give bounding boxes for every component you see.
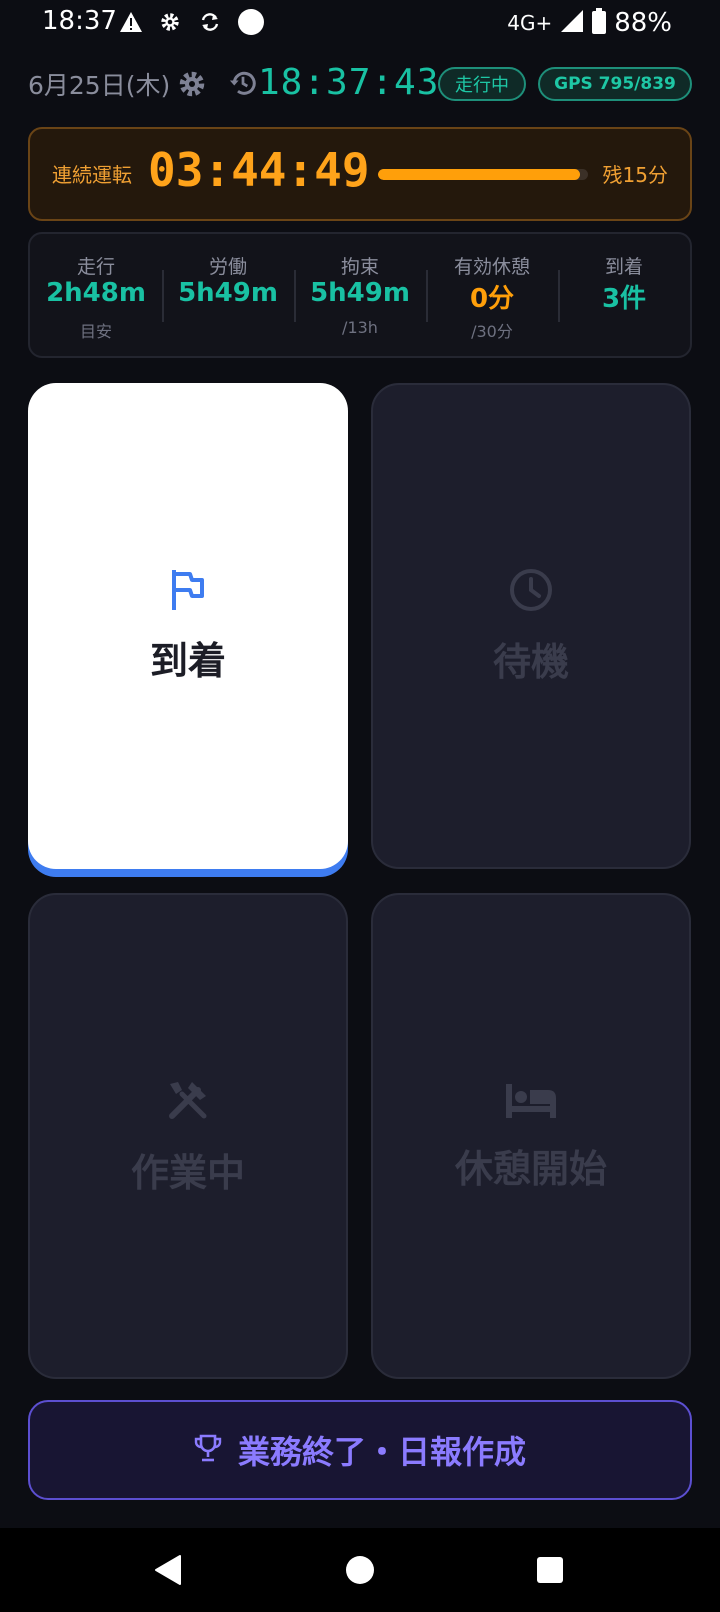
stat-sub: /30分 — [471, 322, 513, 341]
recents-icon[interactable] — [537, 1557, 563, 1583]
continuous-drive-timer: 03:44:49 — [148, 143, 370, 197]
app-header: 6月25日(木) 18:37:43 走行中 GPS 795/839 — [28, 62, 692, 106]
current-clock: 18:37:43 — [258, 62, 440, 103]
battery-percent: 88% — [614, 8, 672, 38]
continuous-drive-remaining: 残15分 — [602, 163, 668, 187]
working-button[interactable]: 作業中 — [28, 893, 348, 1379]
gear-icon — [157, 9, 183, 35]
stat-value: 3件 — [601, 284, 647, 314]
stat-value: 2h48m — [46, 278, 146, 308]
work-stats-card: 走行 2h48m 目安 労働 5h49m 拘束 5h49m /13h 有効休憩 … — [28, 232, 692, 358]
status-bar: 18:37 4G+ 88% — [0, 0, 720, 48]
stat-label: 拘束 — [340, 256, 379, 278]
stat-effective-break: 有効休憩 0分 /30分 — [426, 234, 558, 356]
standby-label: 待機 — [492, 639, 569, 684]
end-work-label: 業務終了・日報作成 — [237, 1433, 526, 1471]
flag-icon — [168, 568, 208, 616]
stat-sub: /13h — [342, 318, 378, 337]
settings-gear-icon[interactable] — [178, 70, 206, 102]
driving-status-badge: 走行中 — [438, 67, 526, 101]
system-nav-bar — [0, 1528, 720, 1612]
stat-label: 走行 — [76, 256, 115, 278]
stat-value: 0分 — [469, 284, 515, 314]
break-start-button[interactable]: 休憩開始 — [371, 893, 691, 1379]
clock-icon — [508, 567, 554, 617]
stat-restraint: 拘束 5h49m /13h — [294, 234, 426, 356]
signal-icon — [560, 9, 584, 37]
standby-button[interactable]: 待機 — [371, 383, 691, 869]
bed-icon — [504, 1080, 558, 1124]
stat-driving: 走行 2h48m 目安 — [30, 234, 162, 356]
arrival-button[interactable]: 到着 — [28, 383, 348, 869]
working-label: 作業中 — [130, 1150, 245, 1195]
break-start-label: 休憩開始 — [454, 1146, 607, 1191]
status-time: 18:37 — [42, 6, 117, 36]
stat-label: 労働 — [208, 256, 247, 278]
stat-label: 到着 — [604, 256, 643, 278]
continuous-drive-card: 連続運転 03:44:49 残15分 — [28, 127, 692, 221]
warning-icon — [118, 9, 144, 35]
continuous-drive-progress-fill — [378, 169, 580, 180]
stat-value: 5h49m — [178, 278, 278, 308]
battery-icon — [592, 8, 607, 38]
arrival-label: 到着 — [149, 638, 226, 683]
history-icon[interactable] — [228, 68, 258, 102]
stat-label: 有効休憩 — [453, 256, 530, 278]
trophy-icon — [194, 1433, 222, 1467]
end-work-report-button[interactable]: 業務終了・日報作成 — [28, 1400, 692, 1500]
back-icon[interactable] — [154, 1554, 182, 1590]
stat-labor: 労働 5h49m — [162, 234, 294, 356]
date-label: 6月25日(木) — [28, 71, 171, 100]
tools-icon — [164, 1076, 212, 1128]
continuous-drive-progress — [378, 169, 588, 180]
circle-icon — [238, 9, 264, 35]
stat-value: 5h49m — [310, 278, 410, 308]
sync-icon — [197, 9, 223, 35]
home-icon[interactable] — [346, 1556, 374, 1584]
continuous-drive-label: 連続運転 — [52, 163, 132, 187]
network-type: 4G+ — [507, 11, 553, 35]
stat-sub: 目安 — [79, 322, 112, 341]
stat-arrivals: 到着 3件 — [558, 234, 690, 356]
gps-status-badge: GPS 795/839 — [538, 67, 692, 101]
